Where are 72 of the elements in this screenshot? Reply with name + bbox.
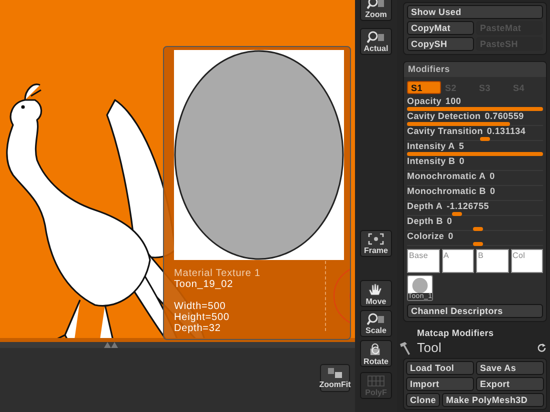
magnifier-icon [367, 0, 385, 9]
slider-label: Colorize [407, 231, 444, 241]
toolbar-button[interactable]: Zoom [360, 0, 392, 21]
slider-value: 0 [459, 156, 464, 166]
toolbar-button[interactable]: Move [360, 280, 392, 307]
panel-button[interactable]: Clone [406, 393, 440, 407]
popup-title: Material Texture 1 [174, 268, 262, 279]
section-header: Modifiers [404, 62, 546, 77]
slider-value: 0 [446, 216, 452, 226]
slider[interactable]: Depth A -1.126755 [407, 201, 543, 216]
magnifier-icon [367, 313, 385, 325]
slider-value: 0 [490, 171, 495, 181]
slider-label: Monochromatic A [407, 171, 486, 181]
panel-button[interactable]: CopySH [407, 37, 474, 51]
panel-button[interactable]: Save As [476, 361, 544, 375]
zoomfit-button[interactable]: ZoomFit [320, 364, 350, 392]
slider-value: 5 [458, 141, 464, 151]
slider[interactable]: Opacity 100 [407, 96, 543, 111]
frame-icon [367, 233, 385, 245]
sphere-thumbnail [410, 276, 430, 294]
panel-button[interactable]: Make PolyMesh3D [442, 393, 544, 407]
slider-value: 0.760559 [484, 111, 524, 121]
panel-button[interactable]: Import [406, 377, 474, 391]
triangle-markers-icon [104, 342, 118, 348]
zoom-fit-icon [327, 367, 343, 379]
channel-slot[interactable]: A [442, 249, 474, 273]
slider[interactable]: Cavity Transition 0.131134 [407, 126, 543, 141]
toolbar-button[interactable]: Scale [360, 310, 392, 337]
panel-button[interactable]: Show Used [407, 5, 543, 19]
channel-descriptors-button[interactable]: Channel Descriptors [407, 304, 543, 318]
slider-value: 0.131134 [486, 126, 526, 136]
slider-label: Cavity Transition [407, 126, 483, 136]
slider-label: Cavity Detection [407, 111, 481, 121]
material-name: Toon_19_02 [174, 279, 234, 290]
grid-icon [367, 375, 385, 387]
channel-slot[interactable]: Col [510, 249, 543, 273]
slider-value: 0 [448, 231, 454, 241]
slider-value: -1.126755 [446, 201, 489, 211]
slider-thumb[interactable] [452, 212, 462, 216]
toolbar-button[interactable]: Frame [360, 230, 392, 257]
slot-tab[interactable]: S1 [407, 81, 441, 94]
slider-thumb[interactable] [472, 242, 483, 246]
slider-label: Intensity A [407, 141, 455, 151]
slider[interactable]: Cavity Detection 0.760559 [407, 111, 543, 126]
slider[interactable]: Colorize 0 [407, 231, 543, 246]
material-detail: Depth=32 [174, 323, 222, 334]
material-detail: Width=500 [174, 301, 227, 312]
panel-button[interactable]: Load Tool [406, 361, 474, 375]
panel-button[interactable]: Export [476, 377, 544, 391]
panel-button[interactable]: CopyMat [407, 21, 474, 35]
material-detail: Height=500 [174, 312, 230, 323]
toolbar-button[interactable]: Actual [360, 28, 392, 55]
hand-icon [367, 283, 385, 296]
slider-label: Monochromatic B [407, 186, 486, 196]
toolbar-button[interactable]: Rotate [360, 340, 392, 367]
section-title[interactable]: Matcap Modifiers [417, 328, 547, 338]
magnifier-icon [367, 31, 385, 43]
slider-thumb[interactable] [472, 227, 483, 231]
slider-label: Opacity [407, 96, 442, 106]
slider-value: 0 [490, 186, 496, 196]
channel-slot[interactable]: B [476, 249, 508, 273]
slider-label: Depth B [407, 216, 443, 226]
slider-label: Depth A [407, 201, 443, 211]
hammer-icon [399, 340, 411, 354]
slider[interactable]: Depth B 0 [407, 216, 543, 231]
slider-thumb[interactable] [480, 137, 490, 141]
slider-value: 100 [445, 96, 462, 106]
reload-icon [537, 342, 547, 352]
channel-slot[interactable]: Base [407, 249, 440, 273]
slider-label: Intensity B [407, 156, 456, 166]
tool-title: Tool [417, 340, 443, 355]
slider[interactable]: Intensity A 5 [407, 141, 543, 156]
